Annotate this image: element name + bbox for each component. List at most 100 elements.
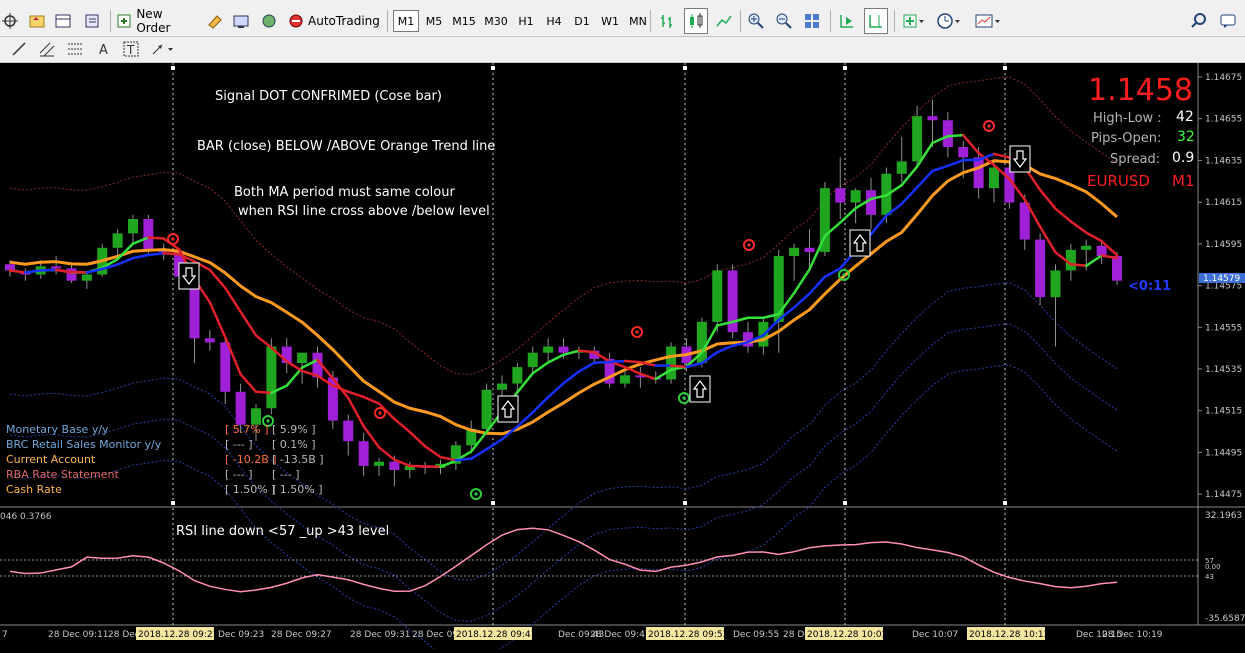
slow-ma-segment xyxy=(533,397,548,412)
text-tool-icon[interactable]: A xyxy=(92,38,114,60)
zoom-in-icon[interactable] xyxy=(745,10,767,32)
bullish-candle xyxy=(1051,270,1061,297)
timeframe-m30-button[interactable]: M30 xyxy=(481,10,511,32)
bullish-candle xyxy=(774,256,784,322)
annotation-rsi-level: RSI line down <57 _up >43 level xyxy=(176,524,389,539)
timeframe-mn-button[interactable]: MN xyxy=(625,10,651,32)
timeframe-m5-button[interactable]: M5 xyxy=(421,10,447,32)
slow-ma-segment xyxy=(118,258,133,264)
annotation-rsi-cross: when RSI line cross above /below level xyxy=(238,204,490,219)
line-studies-toolbar: A T xyxy=(0,37,1245,63)
period-separator-marker xyxy=(843,66,847,70)
terminal-icon[interactable] xyxy=(230,10,252,32)
fast-ma-segment xyxy=(840,208,855,222)
fibonacci-icon[interactable] xyxy=(64,38,86,60)
periods-icon[interactable] xyxy=(934,10,964,32)
bullish-candle xyxy=(712,270,722,321)
bullish-candle xyxy=(989,168,999,189)
slow-ma-segment xyxy=(164,253,179,254)
price-axis-label: 1.14515 xyxy=(1205,407,1242,417)
candlestick-icon[interactable] xyxy=(684,8,708,34)
time-axis-label: Dec 09:23 xyxy=(218,630,264,640)
new-order-label: New Order xyxy=(136,7,198,35)
zoom-out-icon[interactable] xyxy=(773,10,795,32)
arrows-icon[interactable] xyxy=(148,38,178,60)
fast-ma-segment xyxy=(1071,264,1086,266)
timeframe-w1-button[interactable]: W1 xyxy=(597,10,623,32)
chart-shift-icon[interactable] xyxy=(864,8,888,34)
bearish-candle xyxy=(1035,240,1045,298)
new-order-button[interactable]: New Order xyxy=(116,10,198,32)
slow-ma-segment xyxy=(625,361,640,362)
slow-ma-segment xyxy=(717,346,732,352)
bullish-candle xyxy=(666,347,676,380)
bearish-candle xyxy=(236,392,246,425)
fast-ma-segment xyxy=(1102,256,1117,259)
line-chart-icon[interactable] xyxy=(713,10,735,32)
timeframe-m15-button[interactable]: M15 xyxy=(449,10,479,32)
timeframe-label: M1 xyxy=(1172,172,1195,190)
period-separator-marker xyxy=(491,501,495,505)
toolbar-separator xyxy=(650,10,651,32)
timeframe-h4-button[interactable]: H4 xyxy=(541,10,567,32)
timeframe-m1-button[interactable]: M1 xyxy=(393,10,419,32)
autoscroll-icon[interactable] xyxy=(836,10,858,32)
signal-dot-center xyxy=(474,492,477,495)
toolbar-separator xyxy=(830,10,831,32)
navigator-icon[interactable] xyxy=(82,10,104,32)
templates-icon[interactable] xyxy=(972,10,1004,32)
price-axis-label: 1.14475 xyxy=(1205,490,1242,500)
slow-ma-segment xyxy=(579,363,594,372)
chart-window[interactable]: 1.146751.146551.146351.146151.145951.145… xyxy=(0,63,1245,649)
signals-icon[interactable] xyxy=(258,10,280,32)
annotation-ma-colour: Both MA period must same colour xyxy=(234,185,455,200)
autotrading-icon xyxy=(287,13,305,29)
fast-ma-segment xyxy=(425,466,440,467)
timeframe-d1-button[interactable]: D1 xyxy=(569,10,595,32)
news-event-forecast: [ 0.1% ] xyxy=(272,438,316,451)
indicators-icon[interactable] xyxy=(900,10,928,32)
slow-ma-segment xyxy=(379,404,394,419)
signal-dot-center xyxy=(378,411,381,414)
price-chart[interactable]: 1.146751.146551.146351.146151.145951.145… xyxy=(0,63,1245,649)
slow-ma-segment xyxy=(933,166,948,171)
equidistant-channel-icon[interactable] xyxy=(36,38,58,60)
bearish-candle xyxy=(51,266,61,268)
bar-chart-icon[interactable] xyxy=(657,10,679,32)
slow-ma-segment xyxy=(225,288,240,312)
text-label-icon[interactable]: T xyxy=(120,38,142,60)
trendline-icon[interactable] xyxy=(8,38,30,60)
fast-ma-segment xyxy=(1086,256,1101,266)
bar-countdown: <0:11 xyxy=(1128,279,1171,294)
slow-ma-segment xyxy=(810,277,825,294)
metaeditor-icon[interactable] xyxy=(204,10,226,32)
period-separator-marker xyxy=(1003,501,1007,505)
profiles-icon[interactable] xyxy=(26,10,48,32)
search-icon[interactable] xyxy=(1188,10,1210,32)
toolbar-separator xyxy=(740,10,741,32)
bearish-candle xyxy=(928,116,938,120)
time-axis-label: 2018.12.28 10:03 xyxy=(807,630,887,640)
slow-ma-segment xyxy=(394,419,409,432)
annotation-bar-close: BAR (close) BELOW /ABOVE Orange Trend li… xyxy=(197,139,495,154)
bearish-candle xyxy=(1112,256,1122,281)
autotrading-button[interactable]: AutoTrading xyxy=(287,10,381,32)
news-event-actual: [ --- ] xyxy=(225,468,252,481)
time-axis-label: 28 Dec 09:47 xyxy=(590,630,651,640)
timeframe-h1-button[interactable]: H1 xyxy=(513,10,539,32)
fast-ma-segment xyxy=(948,135,963,136)
slow-ma-segment xyxy=(564,371,579,383)
market-watch-icon[interactable] xyxy=(52,10,74,32)
slow-ma-segment xyxy=(241,312,256,336)
news-event-actual: [ -10.2B ] xyxy=(225,453,277,466)
chat-icon[interactable] xyxy=(1217,10,1239,32)
bearish-candle xyxy=(220,342,230,391)
time-axis-label: Dec 09:55 xyxy=(733,630,779,640)
tile-windows-icon[interactable] xyxy=(801,10,823,32)
slow-ma-segment xyxy=(425,446,440,457)
price-axis-label: 1.14535 xyxy=(1205,365,1242,375)
bearish-candle xyxy=(835,188,845,202)
slow-ma-segment xyxy=(1056,209,1071,222)
news-event-forecast: [ -13.5B ] xyxy=(272,453,324,466)
crosshair-icon[interactable] xyxy=(0,10,20,32)
